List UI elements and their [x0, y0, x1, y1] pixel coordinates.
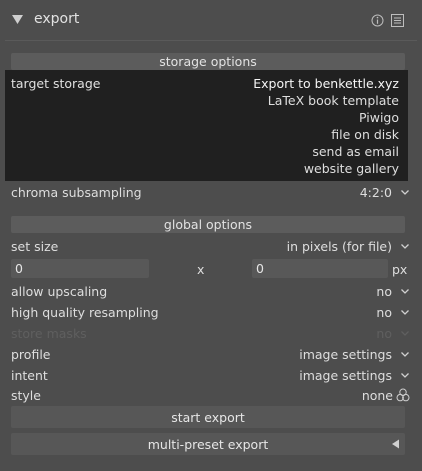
- profile-row[interactable]: profile image settings: [11, 344, 410, 364]
- allow-upscaling-value[interactable]: no: [376, 284, 392, 299]
- styles-icon[interactable]: [396, 388, 410, 402]
- storage-options-header: storage options: [11, 53, 405, 70]
- chevron-down-icon: [401, 310, 409, 315]
- storage-option[interactable]: website gallery: [253, 160, 399, 177]
- allow-upscaling-row[interactable]: allow upscaling no: [11, 281, 410, 301]
- storage-option-selected[interactable]: Export to benkettle.xyz: [253, 75, 399, 92]
- dimension-separator: x: [197, 262, 205, 277]
- width-input[interactable]: 0: [11, 259, 149, 278]
- chroma-subsampling-value[interactable]: 4:2:0: [360, 185, 392, 200]
- style-value[interactable]: none: [362, 388, 393, 403]
- start-export-button[interactable]: start export: [11, 406, 405, 428]
- target-storage-label: target storage: [11, 76, 101, 91]
- hq-resampling-value[interactable]: no: [376, 305, 392, 320]
- global-options-header: global options: [11, 216, 405, 233]
- chevron-down-icon: [401, 190, 409, 195]
- storage-option[interactable]: send as email: [253, 143, 399, 160]
- hq-resampling-row[interactable]: high quality resampling no: [11, 302, 410, 322]
- collapse-arrow-icon[interactable]: [12, 15, 23, 25]
- store-masks-label: store masks: [11, 325, 87, 341]
- storage-option[interactable]: file on disk: [253, 126, 399, 143]
- set-size-row[interactable]: set size in pixels (for file): [11, 236, 410, 256]
- style-row[interactable]: style none: [11, 385, 410, 405]
- info-icon[interactable]: [371, 14, 384, 27]
- presets-menu-icon[interactable]: [391, 14, 404, 27]
- storage-option[interactable]: LaTeX book template: [253, 92, 399, 109]
- allow-upscaling-label: allow upscaling: [11, 283, 108, 299]
- hq-resampling-label: high quality resampling: [11, 304, 159, 320]
- chevron-down-icon: [401, 289, 409, 294]
- expand-left-arrow-icon: [392, 439, 399, 449]
- module-title: export: [34, 11, 80, 27]
- store-masks-row: store masks no: [11, 323, 410, 343]
- chevron-down-icon: [401, 331, 409, 336]
- header-divider: [5, 40, 417, 41]
- px-unit-label: px: [392, 262, 408, 277]
- intent-value[interactable]: image settings: [299, 368, 392, 383]
- chevron-down-icon: [401, 244, 409, 249]
- set-size-value[interactable]: in pixels (for file): [287, 239, 392, 254]
- chroma-subsampling-label: chroma subsampling: [11, 184, 142, 200]
- set-size-label: set size: [11, 238, 59, 254]
- storage-options-label: storage options: [159, 54, 257, 69]
- profile-value[interactable]: image settings: [299, 347, 392, 362]
- storage-option[interactable]: Piwigo: [253, 109, 399, 126]
- intent-row[interactable]: intent image settings: [11, 365, 410, 385]
- chevron-down-icon: [401, 373, 409, 378]
- intent-label: intent: [11, 367, 48, 383]
- chroma-subsampling-row[interactable]: chroma subsampling 4:2:0: [11, 182, 410, 202]
- profile-label: profile: [11, 346, 51, 362]
- chevron-down-icon: [401, 352, 409, 357]
- start-export-label: start export: [171, 409, 245, 425]
- height-input[interactable]: 0: [252, 259, 388, 278]
- global-options-label: global options: [163, 217, 253, 232]
- height-value: 0: [256, 261, 264, 276]
- width-value: 0: [15, 261, 23, 276]
- multi-preset-export-label: multi-preset export: [147, 436, 269, 452]
- multi-preset-export-button[interactable]: multi-preset export: [11, 433, 405, 455]
- target-storage-list[interactable]: target storage Export to benkettle.xyz L…: [5, 70, 408, 181]
- module-header[interactable]: export: [0, 0, 422, 40]
- style-label: style: [11, 387, 41, 403]
- store-masks-value: no: [376, 325, 392, 341]
